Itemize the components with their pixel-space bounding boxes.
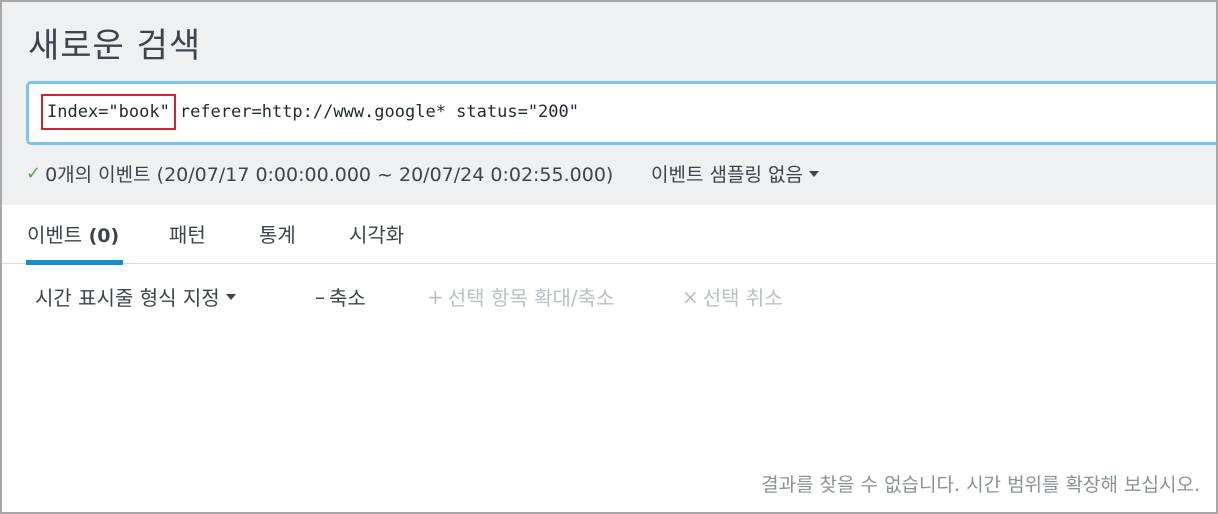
- zoom-out-button[interactable]: – 축소: [315, 282, 366, 311]
- search-header: 새로운 검색 Index="book" referer=http://www.go…: [2, 2, 1216, 205]
- search-input[interactable]: Index="book" referer=http://www.google* s…: [26, 81, 1216, 145]
- caret-down-icon: [808, 170, 819, 177]
- tab-events-count: (0): [88, 225, 120, 247]
- sampling-dropdown[interactable]: 이벤트 샘플링 없음: [651, 160, 819, 187]
- zoom-selection-label: 선택 항목 확대/축소: [447, 286, 615, 310]
- tab-visualization[interactable]: 시각화: [349, 219, 404, 248]
- check-icon: ✓: [26, 163, 42, 184]
- results-tabs: 이벤트 (0) 패턴 통계 시각화: [2, 205, 1216, 265]
- page-title: 새로운 검색: [28, 26, 202, 66]
- plus-icon: +: [427, 284, 444, 309]
- query-remaining-text: referer=http://www.google* status="200": [179, 102, 579, 122]
- time-format-label: 시간 표시줄 형식 지정: [35, 286, 220, 310]
- tab-events-label: 이벤트: [27, 223, 83, 247]
- deselect-button[interactable]: × 선택 취소: [682, 282, 783, 311]
- no-results-message: 결과를 찾을 수 없습니다. 시간 범위를 확장해 보십시오.: [761, 474, 1200, 496]
- minus-icon: –: [315, 284, 325, 309]
- time-format-dropdown[interactable]: 시간 표시줄 형식 지정: [35, 282, 236, 311]
- caret-down-icon: [225, 293, 236, 300]
- search-page: 새로운 검색 Index="book" referer=http://www.go…: [0, 0, 1218, 514]
- event-count-status: ✓ 0개의 이벤트 (20/07/17 0:00:00.000 ~ 20/07/…: [26, 160, 613, 187]
- tab-events[interactable]: 이벤트 (0): [27, 219, 119, 248]
- sampling-label: 이벤트 샘플링 없음: [651, 164, 803, 186]
- timeline-toolbar: 시간 표시줄 형식 지정 – 축소 + 선택 항목 확대/축소 × 선택 취소: [2, 264, 1216, 324]
- index-term-highlight: Index="book": [41, 94, 176, 130]
- zoom-out-label: 축소: [329, 286, 366, 310]
- search-query-text[interactable]: Index="book" referer=http://www.google* s…: [41, 94, 579, 130]
- tab-patterns[interactable]: 패턴: [169, 219, 206, 248]
- deselect-label: 선택 취소: [702, 286, 783, 310]
- close-icon: ×: [682, 284, 699, 309]
- event-count-text: 0개의 이벤트 (20/07/17 0:00:00.000 ~ 20/07/24…: [45, 164, 614, 186]
- zoom-selection-button[interactable]: + 선택 항목 확대/축소: [427, 282, 614, 311]
- tab-statistics[interactable]: 통계: [259, 219, 296, 248]
